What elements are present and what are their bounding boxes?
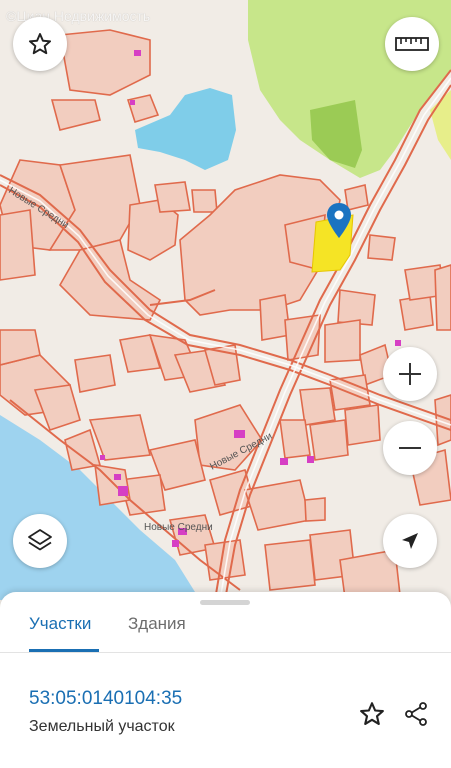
- ruler-button[interactable]: [385, 17, 439, 71]
- parcel[interactable]: [243, 479, 311, 531]
- cadastral-map[interactable]: Новые Средни Новые Средни Новые Средни ©…: [0, 0, 451, 600]
- navigation-arrow-icon: [402, 533, 418, 549]
- star-icon: [360, 702, 384, 725]
- parcel[interactable]: [344, 404, 381, 446]
- map-canvas[interactable]: Новые Средни Новые Средни Новые Средни: [0, 0, 451, 600]
- layers-button[interactable]: [13, 514, 67, 568]
- share-icon: [405, 702, 427, 726]
- cadastral-number-link[interactable]: 53:05:0140104:35: [29, 688, 182, 710]
- share-button[interactable]: [402, 700, 430, 733]
- parcel[interactable]: [0, 209, 36, 281]
- plus-icon: [399, 363, 421, 385]
- parcel[interactable]: [304, 497, 326, 522]
- parcel[interactable]: [309, 419, 349, 461]
- parcel[interactable]: [367, 234, 396, 261]
- building: [172, 540, 179, 547]
- parcel[interactable]: [74, 354, 116, 393]
- parcel[interactable]: [434, 264, 451, 331]
- favorite-map-button[interactable]: [13, 17, 67, 71]
- parcel-type-label: Земельный участок: [29, 718, 175, 735]
- zoom-out-button[interactable]: [383, 421, 437, 475]
- building: [307, 456, 314, 463]
- tab-parcels[interactable]: Участки: [29, 614, 91, 634]
- parcel[interactable]: [154, 181, 191, 213]
- parcel[interactable]: [399, 294, 434, 331]
- zoom-in-button[interactable]: [383, 347, 437, 401]
- building: [130, 100, 135, 105]
- building: [118, 486, 128, 496]
- ruler-icon: [395, 37, 429, 51]
- building: [280, 458, 288, 465]
- favorite-parcel-button[interactable]: [358, 700, 386, 733]
- parcel[interactable]: [279, 419, 311, 459]
- parcel-info-panel: Участки Здания 53:05:0140104:35 Земельны…: [0, 592, 451, 768]
- panel-tabs: Участки Здания: [0, 604, 451, 653]
- minus-icon: [399, 447, 421, 449]
- building: [114, 474, 121, 480]
- active-tab-indicator: [29, 649, 99, 652]
- parcel[interactable]: [191, 189, 218, 213]
- my-location-button[interactable]: [383, 514, 437, 568]
- layers-icon: [28, 529, 52, 551]
- building: [234, 430, 245, 438]
- building: [395, 340, 401, 346]
- tab-buildings[interactable]: Здания: [128, 614, 186, 634]
- building: [100, 455, 105, 460]
- parcel[interactable]: [264, 539, 316, 591]
- parcel[interactable]: [324, 319, 361, 363]
- building: [134, 50, 141, 56]
- parcel[interactable]: [344, 184, 369, 211]
- street-label: Новые Средни: [144, 522, 213, 533]
- star-icon: [28, 33, 52, 55]
